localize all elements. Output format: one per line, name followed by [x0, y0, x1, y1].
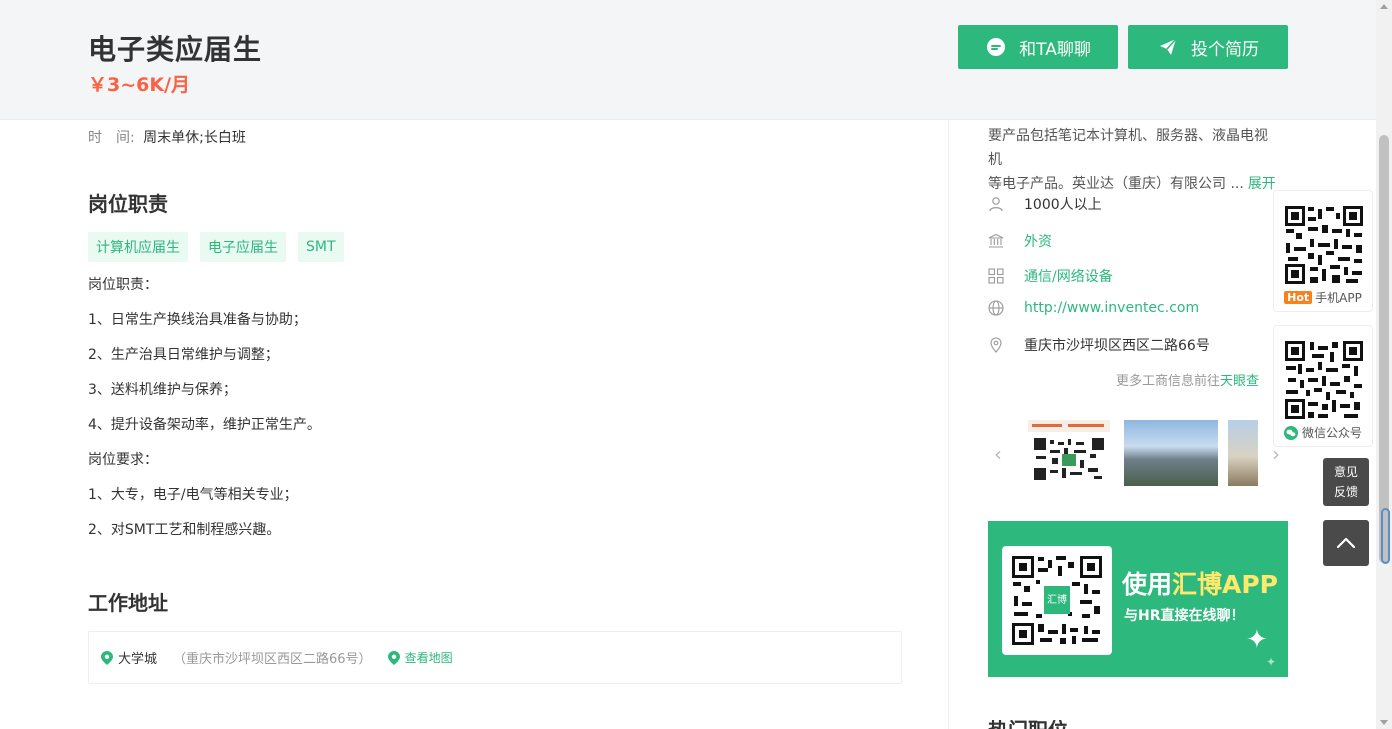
back-to-top-button[interactable] — [1323, 520, 1369, 566]
expand-link[interactable]: 展开 — [1248, 176, 1276, 192]
description-line: 4、提升设备架动率，维护正常生产。 — [88, 417, 321, 433]
duty-section-title: 岗位职责 — [88, 192, 168, 216]
view-map-link[interactable]: 查看地图 — [387, 649, 453, 666]
mobile-app-caption: Hot 手机APP — [1274, 289, 1372, 306]
wechat-label: 微信公众号 — [1301, 426, 1362, 440]
chat-button[interactable]: 和TA聊聊 — [958, 25, 1118, 69]
location-outline-icon — [988, 337, 1004, 353]
banner-subtitle: 与HR直接在线聊！ — [1124, 608, 1245, 624]
salary: ￥3~6K/月 — [88, 74, 191, 96]
bank-building-icon — [988, 233, 1004, 249]
scroll-up-arrow-icon[interactable] — [1380, 4, 1388, 9]
chat-bubble-icon — [985, 36, 1007, 58]
address-detail: （重庆市沙坪坝区西区二路66号） — [173, 652, 372, 667]
job-tag[interactable]: SMT — [298, 232, 344, 262]
chat-button-label: 和TA聊聊 — [1019, 39, 1091, 60]
company-website[interactable]: http://www.inventec.com — [1024, 300, 1199, 316]
company-intro-line: 要产品包括笔记本计算机、服务器、液晶电视机 — [988, 128, 1268, 168]
chevron-right-icon[interactable]: › — [1266, 442, 1286, 466]
company-address-row: 重庆市沙坪坝区西区二路66号 — [988, 335, 1210, 355]
app-download-banner[interactable]: 汇博 使用汇博APP 与HR直接在线聊！ ✦ ✦ — [988, 521, 1288, 677]
company-nature-row: 外资 — [988, 231, 1052, 251]
company-nature[interactable]: 外资 — [1024, 231, 1052, 251]
job-title: 电子类应届生 — [88, 33, 263, 66]
globe-icon — [988, 300, 1004, 316]
job-description: 岗位职责： 1、日常生产换线治具准备与协助； 2、生产治具日常维护与调整； 3、… — [88, 276, 321, 556]
company-photo-gallery: ‹ › — [988, 416, 1288, 492]
company-size: 1000人以上 — [1024, 197, 1102, 213]
work-time-value: 周末单休;长白班 — [143, 130, 246, 146]
work-address-box: 大学城 （重庆市沙坪坝区西区二路66号） 查看地图 — [88, 631, 902, 684]
company-industry[interactable]: 通信/网络设备 — [1024, 266, 1113, 286]
next-section-title: 热门职位 — [988, 720, 1108, 729]
description-line: 岗位职责： — [88, 277, 158, 293]
chevron-up-icon — [1336, 534, 1356, 553]
description-line: 1、大专，电子/电气等相关专业； — [88, 487, 298, 503]
more-info-text: 更多工商信息前往 — [1116, 374, 1221, 389]
wechat-caption: 微信公众号 — [1274, 424, 1372, 441]
banner-headline: 使用汇博APP — [1122, 565, 1278, 601]
feedback-label-line: 意见 — [1333, 465, 1358, 479]
tianyancha-link[interactable]: 天眼查 — [1220, 374, 1259, 389]
gallery-photo[interactable] — [1124, 420, 1218, 486]
page-scrollbar[interactable] — [1376, 0, 1392, 729]
description-line: 1、日常生产换线治具准备与协助； — [88, 312, 307, 328]
mobile-app-label: 手机APP — [1315, 291, 1362, 305]
view-map-label: 查看地图 — [404, 651, 453, 665]
person-icon — [988, 196, 1004, 212]
scroll-down-arrow-icon[interactable] — [1380, 720, 1388, 725]
page: 电子类应届生 ￥3~6K/月 和TA聊聊 投个简历 时 间: 周末单休;长白班 … — [0, 0, 1392, 729]
mobile-app-qr-card[interactable]: Hot 手机APP — [1273, 190, 1373, 312]
chevron-left-icon[interactable]: ‹ — [988, 442, 1008, 466]
job-tag[interactable]: 电子应届生 — [200, 232, 286, 262]
company-website-row: http://www.inventec.com — [988, 300, 1199, 316]
address-area: 大学城 — [118, 652, 158, 667]
wechat-icon — [1283, 425, 1298, 440]
mobile-app-qr-code — [1284, 205, 1364, 285]
paper-plane-icon — [1157, 36, 1179, 58]
gallery-photo[interactable] — [1228, 420, 1258, 486]
address-section-title: 工作地址 — [88, 591, 168, 615]
apply-button-label: 投个简历 — [1191, 39, 1259, 60]
wechat-qr-code — [1284, 340, 1364, 420]
scrollbar-thumb[interactable] — [1379, 135, 1389, 563]
app-logo-text: 汇博 — [1047, 593, 1067, 606]
apply-button[interactable]: 投个简历 — [1128, 25, 1288, 69]
wechat-qr-card[interactable]: 微信公众号 — [1273, 325, 1373, 447]
sparkle-icon: ✦ — [1246, 625, 1268, 655]
work-time-row: 时 间: 周末单休;长白班 — [88, 127, 246, 147]
column-divider — [948, 120, 949, 729]
app-qr-code: 汇博 — [1002, 546, 1112, 655]
description-line: 2、生产治具日常维护与调整； — [88, 347, 279, 363]
description-line: 3、送料机维护与保养； — [88, 382, 237, 398]
description-line: 2、对SMT工艺和制程感兴趣。 — [88, 522, 281, 538]
work-time-label: 时 间: — [88, 130, 135, 146]
company-size-row: 1000人以上 — [988, 194, 1102, 214]
description-line: 岗位要求： — [88, 452, 158, 468]
location-pin-icon — [101, 650, 113, 665]
hot-badge: Hot — [1284, 291, 1313, 304]
company-intro-line: 等电子产品。英业达（重庆）有限公司 ... — [988, 176, 1244, 192]
gallery-photo[interactable] — [1028, 420, 1110, 486]
banner-headline-highlight: 汇博APP — [1172, 570, 1279, 599]
feedback-label-line: 反馈 — [1333, 485, 1358, 499]
banner-headline-prefix: 使用 — [1122, 570, 1173, 599]
job-tag[interactable]: 计算机应届生 — [88, 232, 188, 262]
job-tags: 计算机应届生 电子应届生 SMT — [88, 232, 344, 262]
grid-apps-icon — [988, 268, 1004, 284]
company-intro: 要产品包括笔记本计算机、服务器、液晶电视机 等电子产品。英业达（重庆）有限公司 … — [988, 124, 1280, 196]
company-industry-row: 通信/网络设备 — [988, 266, 1113, 286]
job-header: 电子类应届生 ￥3~6K/月 和TA聊聊 投个简历 — [0, 0, 1376, 120]
location-pin-icon — [387, 650, 400, 665]
scroll-position-indicator — [1381, 508, 1390, 564]
feedback-button[interactable]: 意见 反馈 — [1323, 458, 1369, 506]
sparkle-icon: ✦ — [1266, 655, 1277, 669]
more-business-info: 更多工商信息前往天眼查 — [1116, 370, 1259, 389]
company-address: 重庆市沙坪坝区西区二路66号 — [1024, 338, 1210, 354]
